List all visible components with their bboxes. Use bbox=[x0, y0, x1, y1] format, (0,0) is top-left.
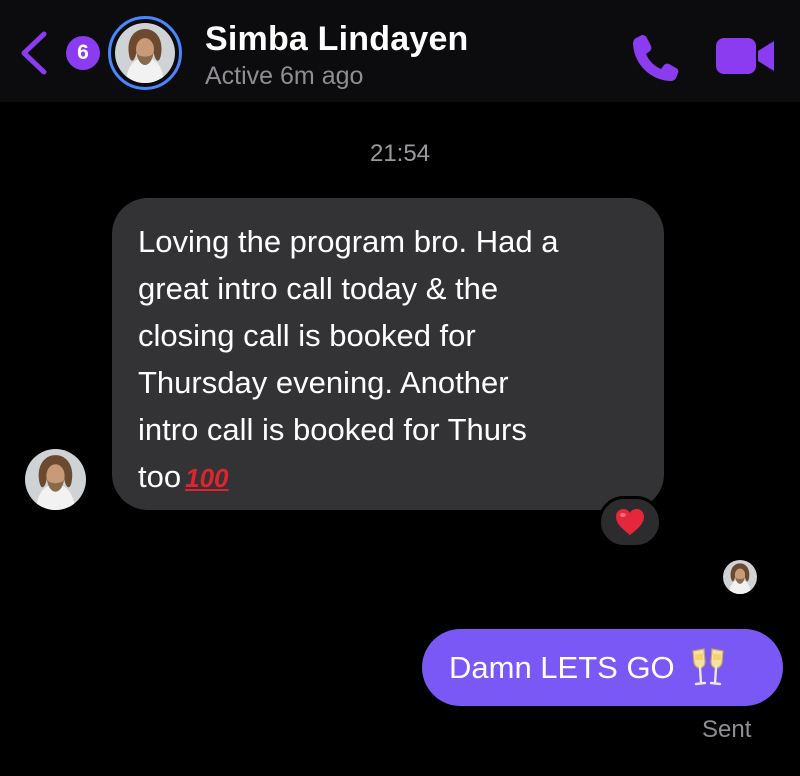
message-text-line: too bbox=[138, 459, 182, 494]
video-call-button[interactable] bbox=[716, 36, 776, 76]
clinking-glasses-icon bbox=[692, 647, 724, 685]
contact-name[interactable]: Simba Lindayen bbox=[205, 20, 469, 59]
message-text: Damn LETS GO bbox=[449, 649, 675, 685]
red-heart-icon bbox=[616, 509, 644, 535]
message-timestamp: 21:54 bbox=[369, 140, 431, 167]
back-button[interactable]: 6 bbox=[18, 30, 100, 76]
profile-photo bbox=[25, 449, 86, 510]
contact-avatar[interactable] bbox=[108, 16, 182, 90]
outgoing-message-bubble[interactable]: Damn LETS GO bbox=[422, 629, 783, 706]
chevron-left-icon bbox=[21, 31, 47, 75]
message-last-line: too 100 bbox=[138, 453, 638, 502]
audio-call-button[interactable] bbox=[630, 32, 680, 82]
unread-count-badge: 6 bbox=[66, 36, 100, 70]
message-text-line: Thursday evening. Another bbox=[138, 365, 509, 400]
active-status: Active 6m ago bbox=[205, 62, 364, 90]
phone-icon bbox=[633, 35, 679, 81]
message-text-line: great intro call today & the bbox=[138, 271, 499, 306]
profile-photo bbox=[723, 560, 757, 594]
profile-photo bbox=[115, 23, 175, 83]
message-reaction[interactable] bbox=[598, 496, 662, 548]
delivery-status: Sent bbox=[702, 716, 752, 743]
video-camera-icon bbox=[716, 38, 774, 74]
incoming-message-bubble[interactable]: Loving the program bro. Had a great intr… bbox=[112, 198, 664, 510]
read-receipt-avatar bbox=[723, 560, 757, 594]
message-text-line: intro call is booked for Thurs bbox=[138, 412, 527, 447]
sender-avatar[interactable] bbox=[25, 449, 86, 510]
message-text-line: Loving the program bro. Had a bbox=[138, 224, 559, 259]
hundred-points-emoji: 100 bbox=[185, 463, 229, 493]
chat-header: 6 Simba Lindayen Active 6m ago bbox=[0, 0, 800, 102]
message-text-line: closing call is booked for bbox=[138, 318, 476, 353]
